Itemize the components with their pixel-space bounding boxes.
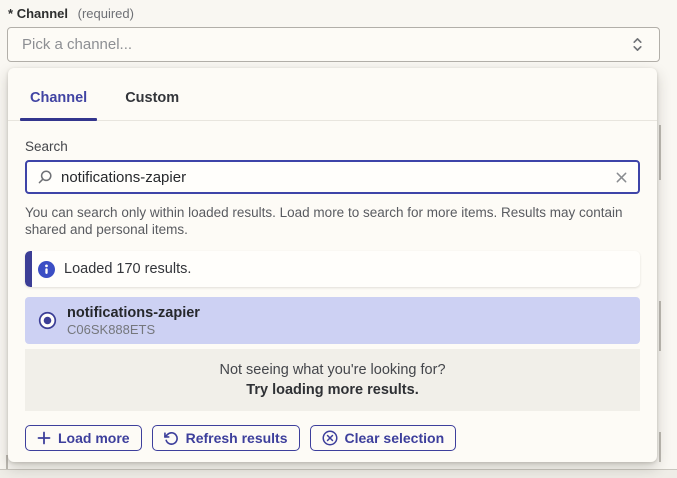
- required-marker: *: [8, 6, 13, 21]
- option-id: C06SK888ETS: [67, 322, 200, 337]
- occluded-field-border: [659, 125, 661, 180]
- tab-custom[interactable]: Custom: [115, 82, 189, 120]
- occluded-field-border: [659, 301, 661, 351]
- tab-channel[interactable]: Channel: [20, 82, 97, 120]
- plus-icon: [37, 431, 51, 445]
- channel-select[interactable]: Pick a channel...: [7, 27, 660, 62]
- hint-line1: Not seeing what you're looking for?: [219, 362, 445, 378]
- channel-dropdown-panel: Channel Custom Search You can search onl…: [8, 68, 657, 462]
- clear-selection-label: Clear selection: [345, 430, 445, 446]
- clear-selection-button[interactable]: Clear selection: [310, 425, 457, 451]
- channel-field-label: * Channel (required): [8, 6, 134, 21]
- dropdown-actions: Load more Refresh results: [25, 425, 640, 451]
- hint-line2-link[interactable]: Try loading more results.: [246, 382, 418, 398]
- load-more-label: Load more: [58, 430, 130, 446]
- occluded-field-border: [659, 432, 661, 462]
- search-label: Search: [25, 139, 640, 154]
- option-name: notifications-zapier: [67, 305, 200, 322]
- radio-selected-icon[interactable]: [38, 311, 57, 330]
- search-icon: [37, 169, 53, 185]
- search-input[interactable]: [61, 169, 607, 186]
- required-note: (required): [78, 6, 134, 21]
- refresh-results-label: Refresh results: [186, 430, 288, 446]
- refresh-icon: [164, 431, 179, 446]
- search-box: [25, 160, 640, 194]
- load-more-button[interactable]: Load more: [25, 425, 142, 451]
- dropdown-tabs: Channel Custom: [8, 68, 657, 121]
- info-icon: [38, 261, 55, 278]
- channel-option-selected[interactable]: notifications-zapier C06SK888ETS: [25, 297, 640, 344]
- occluded-section-below: [0, 469, 677, 478]
- clear-circle-icon: [322, 430, 338, 446]
- chevron-up-down-icon: [630, 36, 645, 53]
- field-label-text: Channel: [17, 6, 68, 21]
- load-more-hint: Not seeing what you're looking for? Try …: [25, 349, 640, 411]
- clear-search-icon[interactable]: [615, 171, 628, 184]
- loaded-results-alert: Loaded 170 results.: [25, 251, 640, 287]
- refresh-results-button[interactable]: Refresh results: [152, 425, 300, 451]
- select-placeholder: Pick a channel...: [22, 36, 630, 53]
- search-help-text: You can search only within loaded result…: [25, 204, 640, 238]
- alert-text: Loaded 170 results.: [64, 261, 191, 277]
